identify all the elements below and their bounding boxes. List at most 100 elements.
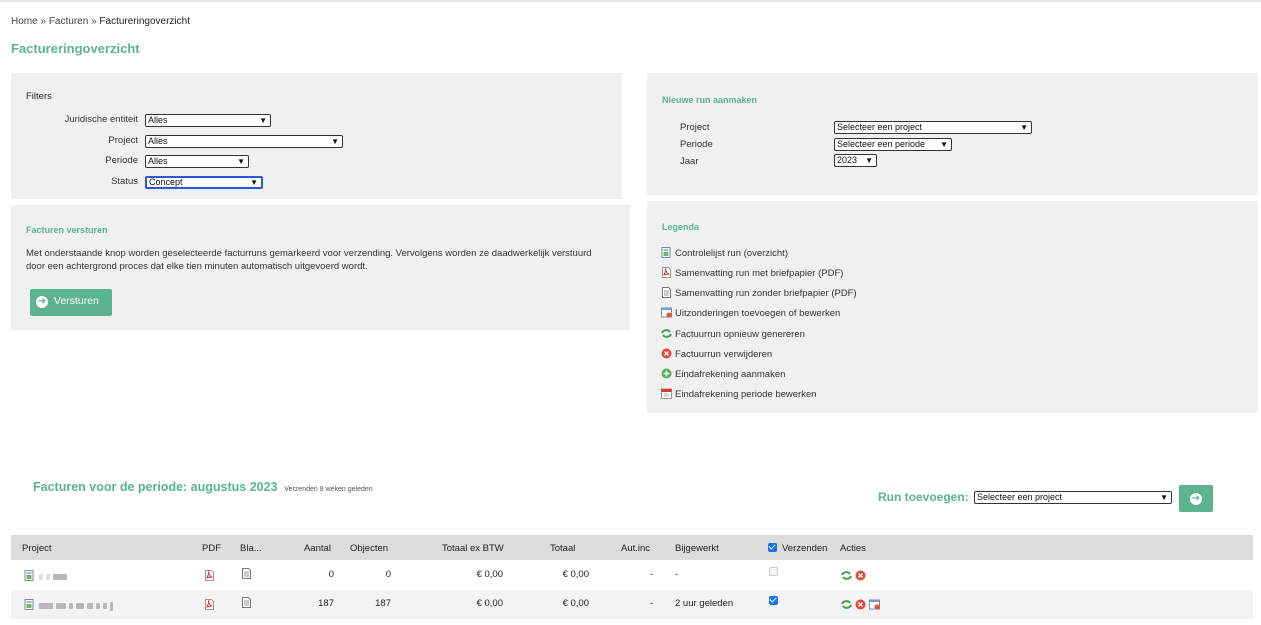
column-header-objecten[interactable]: Objecten (350, 543, 388, 554)
table-header: Project PDF Bla... Aantal Objecten Totaa… (11, 535, 1253, 560)
period-heading: Facturen voor de periode: augustus 2023 … (33, 480, 373, 494)
column-header-autinc[interactable]: Aut.inc (621, 543, 650, 554)
cell-aantal: 0 (328, 569, 334, 580)
project-name-redacted[interactable] (39, 601, 116, 612)
breadcrumb-home[interactable]: Home (11, 16, 38, 27)
send-checkbox[interactable] (769, 567, 778, 576)
send-description-line1: Met onderstaande knop worden geselecteer… (26, 248, 592, 259)
cell-totaal: € 0,00 (562, 569, 589, 580)
legend-title: Legenda (662, 222, 700, 232)
chevron-down-icon: ▼ (250, 178, 258, 187)
cell-autinc: - (650, 598, 654, 609)
chevron-down-icon: ▼ (331, 137, 339, 146)
delete-icon[interactable] (855, 599, 866, 610)
column-header-project[interactable]: Project (22, 543, 52, 554)
new-run-period-label: Periode (680, 139, 713, 150)
checklist-icon[interactable] (24, 570, 35, 581)
column-header-bijgewerkt[interactable]: Bijgewerkt (675, 543, 719, 554)
send-invoices-panel: Facturen versturen Met onderstaande knop… (11, 205, 630, 330)
cell-objecten: 0 (385, 569, 391, 580)
cell-totaal-ex-btw: € 0,00 (476, 598, 503, 609)
document-icon[interactable] (241, 597, 252, 608)
send-title: Facturen versturen (26, 225, 108, 235)
legend-item: Factuurrun verwijderen (661, 348, 772, 360)
column-header-totaal[interactable]: Totaal (550, 543, 575, 554)
column-header-verzenden[interactable]: Verzenden (782, 543, 827, 554)
cell-autinc: - (650, 569, 654, 580)
exceptions-icon[interactable] (869, 599, 880, 610)
add-icon (661, 368, 672, 379)
new-run-period-select[interactable]: Selecteer een periode ▼ (834, 138, 952, 151)
status-filter-label: Status (111, 176, 138, 187)
arrow-right-icon: ➜ (1190, 493, 1202, 505)
breadcrumb-facturen[interactable]: Facturen (49, 16, 88, 27)
legend-panel: Legenda Controlelijst run (overzicht) Sa… (647, 201, 1258, 413)
document-icon[interactable] (241, 568, 252, 579)
project-name-redacted[interactable] (39, 572, 70, 583)
send-description-line2: door een achtergrond proces dat elke tie… (26, 261, 368, 272)
send-button-label: Versturen (53, 295, 99, 307)
new-run-year-select[interactable]: 2023 ▼ (834, 154, 877, 167)
column-header-totaal-ex-btw[interactable]: Totaal ex BTW (442, 543, 504, 554)
column-header-pdf[interactable]: PDF (202, 543, 221, 554)
pdf-icon (662, 267, 671, 278)
cell-bijgewerkt: - (675, 569, 679, 580)
entity-select[interactable]: Alles ▼ (145, 114, 271, 127)
send-button[interactable]: ➜ Versturen (30, 289, 112, 316)
table-row: 0 0 € 0,00 € 0,00 - - (11, 561, 1253, 590)
legend-item: Eindafrekening periode bewerken (661, 388, 817, 400)
project-filter-label: Project (108, 135, 138, 146)
select-all-checkbox[interactable] (768, 543, 777, 552)
filters-title: Filters (26, 91, 52, 102)
new-run-project-label: Project (680, 122, 710, 133)
add-run-select[interactable]: Selecteer een project ▼ (974, 491, 1172, 504)
add-run-label: Run toevoegen: (878, 490, 969, 504)
legend-item: Samenvatting run met briefpapier (PDF) (661, 267, 843, 279)
regenerate-icon[interactable] (841, 599, 852, 610)
period-subtitle: Verzenden 8 weken geleden (284, 486, 373, 493)
status-filter-select[interactable]: Concept ▼ (145, 176, 263, 189)
legend-item: Uitzonderingen toevoegen of bewerken (661, 307, 840, 319)
period-title: Facturen voor de periode: augustus 2023 (33, 480, 278, 494)
pdf-icon[interactable] (204, 570, 215, 581)
column-header-aantal[interactable]: Aantal (304, 543, 331, 554)
breadcrumb-separator: » (40, 16, 47, 27)
delete-icon (661, 348, 672, 359)
top-border (0, 0, 1261, 2)
filters-panel: Filters Juridische entiteit Alles ▼ Proje… (11, 73, 622, 199)
column-header-bla[interactable]: Bla... (240, 543, 262, 554)
new-run-year-label: Jaar (680, 156, 699, 167)
chevron-down-icon: ▼ (259, 116, 267, 125)
chevron-down-icon: ▼ (1160, 493, 1168, 502)
cell-totaal-ex-btw: € 0,00 (476, 569, 503, 580)
period-filter-label: Periode (105, 155, 138, 166)
cell-aantal: 187 (318, 598, 334, 609)
checklist-icon[interactable] (24, 599, 35, 610)
regenerate-icon[interactable] (841, 570, 852, 581)
breadcrumb: Home » Facturen » Factureringoverzicht (11, 16, 190, 27)
regenerate-icon (661, 329, 672, 338)
add-run-button[interactable]: ➜ (1179, 485, 1213, 512)
pdf-icon[interactable] (204, 599, 215, 610)
page-title: Factureringoverzicht (11, 41, 140, 56)
exceptions-icon (661, 307, 672, 318)
new-run-title: Nieuwe run aanmaken (662, 95, 758, 105)
project-filter-select[interactable]: Alles ▼ (145, 135, 343, 148)
send-checkbox[interactable] (769, 596, 778, 605)
legend-item: Factuurrun opnieuw genereren (661, 329, 805, 340)
entity-label: Juridische entiteit (64, 114, 138, 125)
period-filter-select[interactable]: Alles ▼ (145, 155, 249, 168)
cell-totaal: € 0,00 (562, 598, 589, 609)
legend-item: Controlelijst run (overzicht) (661, 247, 788, 259)
breadcrumb-current: Factureringoverzicht (99, 16, 190, 27)
chevron-down-icon: ▼ (865, 156, 873, 165)
legend-item: Samenvatting run zonder briefpapier (PDF… (661, 287, 857, 299)
chevron-down-icon: ▼ (940, 140, 948, 149)
new-run-project-select[interactable]: Selecteer een project ▼ (834, 121, 1032, 134)
document-icon (662, 287, 671, 298)
delete-icon[interactable] (855, 570, 866, 581)
breadcrumb-separator: » (91, 16, 97, 27)
column-header-acties[interactable]: Acties (840, 543, 866, 554)
arrow-right-icon: ➜ (36, 296, 48, 308)
table-row: 187 187 € 0,00 € 0,00 - 2 uur geleden (11, 590, 1253, 619)
